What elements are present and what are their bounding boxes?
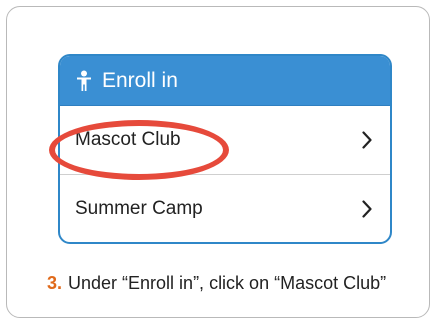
list-item-label: Mascot Club [75, 129, 181, 150]
list-item-mascot-club[interactable]: Mascot Club [60, 106, 390, 174]
chevron-right-icon [362, 131, 372, 149]
list-item-summer-camp[interactable]: Summer Camp [60, 174, 390, 242]
card-header: Enroll in [60, 56, 390, 106]
instruction-text: 3. Under “Enroll in”, click on “Mascot Cl… [47, 273, 386, 294]
chevron-right-icon [362, 199, 372, 218]
enroll-card: Enroll in Mascot Club Summer Camp [58, 54, 392, 244]
instruction-body: Under “Enroll in”, click on “Mascot Club… [68, 273, 387, 293]
list-item-label: Summer Camp [75, 197, 203, 219]
person-icon [76, 70, 92, 92]
instruction-panel: Enroll in Mascot Club Summer Camp 3. Unde… [6, 6, 430, 318]
card-header-title: Enroll in [102, 68, 178, 92]
step-number: 3. [47, 273, 63, 293]
